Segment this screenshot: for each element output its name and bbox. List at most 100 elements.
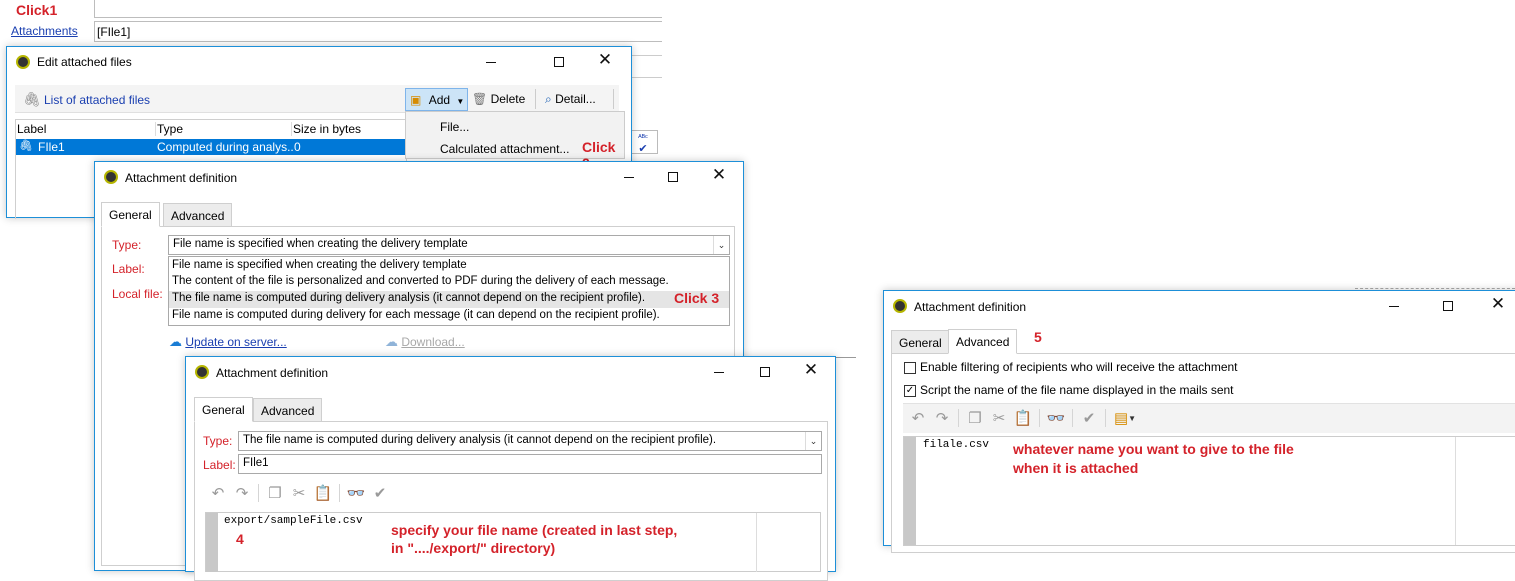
column-header-label[interactable]: Label xyxy=(17,122,46,136)
tab-general[interactable]: General xyxy=(101,202,160,227)
close-button[interactable]: ✕ xyxy=(791,360,831,382)
close-button[interactable]: ✕ xyxy=(585,50,625,72)
title-bar: Edit attached files ✕ xyxy=(7,47,631,77)
check-circle-icon[interactable]: ✔ xyxy=(1077,407,1101,429)
title-bar: Attachment definition ✕ xyxy=(95,162,743,192)
undo-icon[interactable]: ↶ xyxy=(206,482,230,504)
paste-icon[interactable]: 📋 xyxy=(311,482,335,504)
filter-recipients-label: Enable filtering of recipients who will … xyxy=(920,360,1238,374)
code-line: export/sampleFile.csv xyxy=(224,515,363,527)
maximize-icon xyxy=(1443,301,1453,312)
title-bar: Attachment definition ✕ xyxy=(186,357,835,387)
paperclip-icon: 🖇 xyxy=(19,140,33,152)
window-title: Attachment definition xyxy=(125,171,238,185)
tab-general[interactable]: General xyxy=(194,397,253,422)
close-button[interactable]: ✕ xyxy=(1478,294,1515,316)
script-filename-checkbox-row[interactable]: ✓ Script the name of the file name displa… xyxy=(904,383,1234,397)
cut-icon[interactable]: ✂ xyxy=(987,407,1011,429)
tab-advanced[interactable]: Advanced xyxy=(253,398,323,421)
step-5-note: 5 xyxy=(1034,329,1042,345)
update-on-server-link[interactable]: ☁ Update on server... xyxy=(169,334,287,350)
step-4-note: 4 xyxy=(236,531,244,547)
menu-item-calculated[interactable]: Calculated attachment... xyxy=(440,142,569,156)
copy-icon[interactable]: ❐ xyxy=(963,407,987,429)
chevron-down-icon: ⌄ xyxy=(805,432,821,450)
tab-advanced[interactable]: Advanced xyxy=(163,203,233,226)
editor-margin-line xyxy=(1455,437,1456,545)
label-input[interactable]: FIle1 xyxy=(238,454,822,474)
editor-gutter xyxy=(904,437,916,545)
maximize-icon xyxy=(554,57,564,68)
script-filename-label: Script the name of the file name display… xyxy=(920,383,1234,397)
maximize-button[interactable] xyxy=(653,165,693,187)
trash-icon: 🗑 xyxy=(472,92,488,106)
tab-advanced[interactable]: Advanced xyxy=(948,329,1018,354)
type-option-3[interactable]: The file name is computed during deliver… xyxy=(169,290,729,308)
paste-icon[interactable]: 📋 xyxy=(1011,407,1035,429)
copy-icon[interactable]: ❐ xyxy=(263,482,287,504)
column-header-size[interactable]: Size in bytes xyxy=(291,122,361,136)
menu-item-file[interactable]: File... xyxy=(440,120,469,134)
maximize-icon xyxy=(760,367,770,378)
list-label: List of attached files xyxy=(44,93,151,107)
update-label: Update on server... xyxy=(185,335,287,349)
background-hline xyxy=(836,357,856,358)
background-row-line xyxy=(630,55,662,56)
maximize-button[interactable] xyxy=(745,360,785,382)
type-label: Type: xyxy=(203,434,233,448)
toolbar-separator xyxy=(535,89,536,109)
type-option-4[interactable]: File name is computed during delivery fo… xyxy=(169,308,729,325)
detail-button[interactable]: ⌕ Detail... xyxy=(545,92,596,107)
insert-field-icon[interactable]: ▤ ▼ xyxy=(1110,407,1140,429)
toolbar-separator xyxy=(958,409,959,427)
check-circle-icon[interactable]: ✔ xyxy=(368,482,392,504)
add-button[interactable]: ▣ Add ▼ xyxy=(405,88,468,111)
window-title: Edit attached files xyxy=(37,55,132,69)
paperclip-icon: 🖇 xyxy=(23,91,41,107)
cloud-upload-icon: ☁ xyxy=(169,334,182,349)
attachments-link[interactable]: Attachments xyxy=(11,24,78,38)
detail-label: Detail... xyxy=(555,92,596,106)
minimize-icon xyxy=(486,61,496,63)
download-link[interactable]: ☁ Download... xyxy=(385,334,465,350)
column-header-type[interactable]: Type xyxy=(155,122,183,136)
chevron-down-icon: ⌄ xyxy=(713,236,729,254)
attachments-field[interactable]: [FIle1] xyxy=(94,21,662,42)
cut-icon[interactable]: ✂ xyxy=(287,482,311,504)
spellcheck-button[interactable]: ᴬᴮᶜ ✔ xyxy=(628,130,658,155)
type-option-3-label: The file name is computed during deliver… xyxy=(172,292,646,304)
type-option-2[interactable]: The content of the file is personalized … xyxy=(169,274,729,291)
minimize-button[interactable] xyxy=(471,50,511,72)
type-select[interactable]: The file name is computed during deliver… xyxy=(238,431,822,451)
type-select-value: The file name is computed during deliver… xyxy=(243,434,717,446)
filter-recipients-checkbox[interactable] xyxy=(904,361,916,374)
redo-icon[interactable]: ↷ xyxy=(930,407,954,429)
table-row[interactable]: 🖇 FIle1 Computed during analys.. 0 xyxy=(16,139,406,155)
background-row-line xyxy=(630,77,662,78)
script-filename-checkbox[interactable]: ✓ xyxy=(904,384,916,397)
tab-general[interactable]: General xyxy=(891,330,950,353)
minimize-button[interactable] xyxy=(609,165,649,187)
type-select[interactable]: File name is specified when creating the… xyxy=(168,235,730,255)
editor-toolbar: ↶ ↷ ❐ ✂ 📋 👓 ✔ xyxy=(206,480,392,506)
undo-icon[interactable]: ↶ xyxy=(906,407,930,429)
minimize-button[interactable] xyxy=(1374,294,1414,316)
filter-recipients-checkbox-row[interactable]: Enable filtering of recipients who will … xyxy=(904,360,1238,374)
toolbar-separator xyxy=(613,89,614,109)
binoculars-icon[interactable]: 👓 xyxy=(1044,407,1068,429)
add-dropdown-menu: File... Calculated attachment... Click 2 xyxy=(405,111,625,171)
code-line: filale.csv xyxy=(923,439,990,451)
maximize-button[interactable] xyxy=(1428,294,1468,316)
delete-button[interactable]: 🗑 Delete xyxy=(472,92,525,106)
top-field[interactable] xyxy=(94,0,662,18)
maximize-button[interactable] xyxy=(539,50,579,72)
minimize-button[interactable] xyxy=(699,360,739,382)
attachment-definition-window-3: Attachment definition ✕ General Advanced… xyxy=(883,290,1515,553)
type-option-1[interactable]: File name is specified when creating the… xyxy=(169,257,729,274)
window-title: Attachment definition xyxy=(216,366,329,380)
binoculars-icon[interactable]: 👓 xyxy=(344,482,368,504)
close-button[interactable]: ✕ xyxy=(699,165,739,187)
window-title: Attachment definition xyxy=(914,300,1027,314)
redo-icon[interactable]: ↷ xyxy=(230,482,254,504)
app-icon xyxy=(104,170,118,184)
